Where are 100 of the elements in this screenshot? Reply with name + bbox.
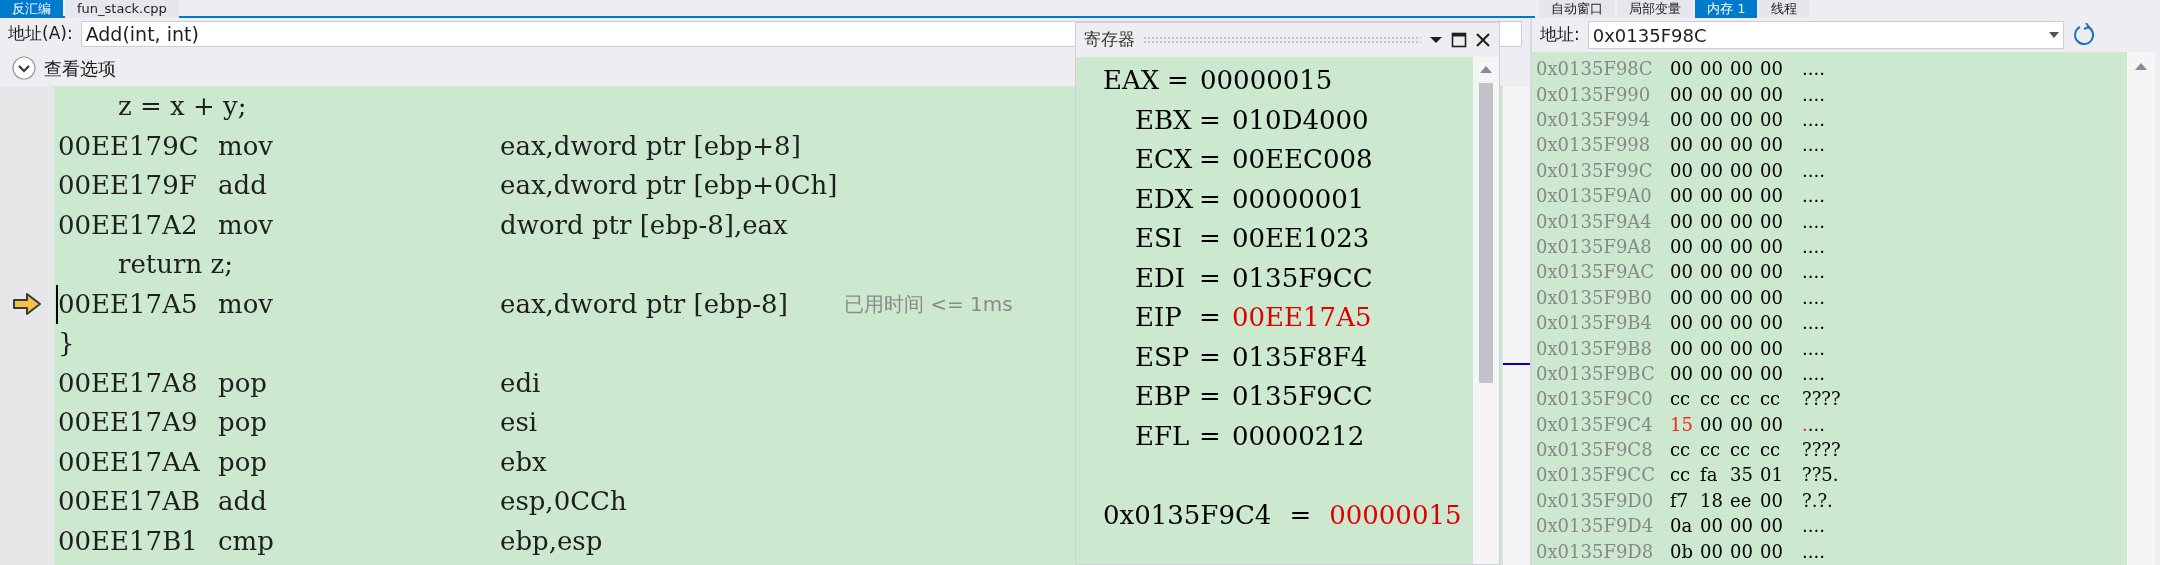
scrollbar[interactable] bbox=[2127, 52, 2155, 565]
instruction-operands: esp,0CCh bbox=[500, 485, 627, 519]
instruction-mnemonic: cmp bbox=[218, 524, 275, 558]
equals-sign: = bbox=[1289, 498, 1312, 532]
ascii-text: .... bbox=[1802, 311, 1825, 336]
memory-byte: 00 bbox=[1760, 361, 1784, 386]
ascii-text: .... bbox=[1802, 158, 1825, 183]
tab[interactable]: 内存 1 bbox=[1695, 0, 1758, 18]
ascii-text: .... bbox=[1802, 209, 1825, 234]
source-line: } bbox=[58, 327, 75, 361]
memory-byte: 00 bbox=[1670, 285, 1694, 310]
instruction-mnemonic: add bbox=[218, 485, 268, 519]
memory-address: 0x0135F9A8 bbox=[1536, 234, 1653, 259]
memory-byte: 00 bbox=[1730, 361, 1754, 386]
scroll-up-icon[interactable] bbox=[2135, 62, 2147, 70]
memory-byte: 00 bbox=[1700, 234, 1724, 259]
memory-byte: cc bbox=[1700, 438, 1722, 463]
memory-byte: cc bbox=[1730, 387, 1752, 412]
memory-byte: 00 bbox=[1760, 82, 1784, 107]
memory-address: 0x0135F9C8 bbox=[1536, 438, 1654, 463]
memory-byte: 00 bbox=[1760, 412, 1784, 437]
address-field[interactable]: 0x0135F98C bbox=[1587, 21, 2064, 49]
ascii-text: .... bbox=[1802, 336, 1825, 361]
instruction-operands: ebx bbox=[500, 445, 547, 479]
register-value: 010D4000 bbox=[1232, 103, 1369, 137]
memory-byte: 00 bbox=[1730, 260, 1754, 285]
tab[interactable]: 局部变量 bbox=[1617, 0, 1693, 18]
register-value: 00EE17A5 bbox=[1232, 301, 1372, 335]
memory-byte: 00 bbox=[1700, 311, 1724, 336]
memory-address: 0x0135F98C bbox=[1536, 57, 1654, 82]
memory-byte: 00 bbox=[1670, 158, 1694, 183]
register-name: EAX bbox=[1103, 64, 1161, 98]
memory-byte: 00 bbox=[1760, 488, 1784, 513]
scrollbar[interactable] bbox=[1502, 86, 1530, 565]
arrow-icon bbox=[12, 292, 42, 317]
scroll-up-icon[interactable] bbox=[1480, 65, 1492, 73]
ascii-text: .... bbox=[1802, 514, 1825, 539]
memory-byte: 00 bbox=[1700, 209, 1724, 234]
memory-byte: 00 bbox=[1730, 336, 1754, 361]
memory-byte: 0b bbox=[1670, 539, 1694, 564]
view-options-label[interactable]: 查看选项 bbox=[44, 54, 116, 82]
ascii-text: ???? bbox=[1802, 438, 1841, 463]
scrollbar[interactable] bbox=[1473, 57, 1499, 564]
memory-byte: 00 bbox=[1760, 57, 1784, 82]
dropdown-icon[interactable] bbox=[1429, 35, 1443, 45]
memory-byte: 00 bbox=[1730, 209, 1754, 234]
memory-byte: cc bbox=[1730, 438, 1752, 463]
memory-address: 0x0135F998 bbox=[1536, 133, 1652, 158]
memory-byte: 00 bbox=[1760, 285, 1784, 310]
instruction-mnemonic: add bbox=[218, 169, 268, 203]
register-name: EBP bbox=[1135, 380, 1192, 414]
register-value: 00000015 bbox=[1200, 64, 1333, 98]
close-icon[interactable] bbox=[1475, 32, 1491, 48]
memory-address: 0x0135F9C0 bbox=[1536, 387, 1654, 412]
refresh-icon[interactable] bbox=[2071, 23, 2096, 47]
instruction-address: 00EE17B1 bbox=[57, 524, 199, 558]
register-value: 00EE1023 bbox=[1232, 222, 1370, 256]
register-name: ECX bbox=[1135, 143, 1194, 177]
memory-byte: 15 bbox=[1670, 412, 1694, 437]
memory-byte: 00 bbox=[1760, 108, 1784, 132]
maximize-icon[interactable] bbox=[1451, 32, 1467, 48]
tab[interactable]: 反汇编 bbox=[0, 0, 63, 18]
memory-byte: 00 bbox=[1670, 57, 1694, 82]
memory-address: 0x0135F9CC bbox=[1536, 463, 1656, 488]
watch-value: 00000015 bbox=[1329, 498, 1462, 532]
memory-byte: 00 bbox=[1670, 209, 1694, 234]
memory-byte: cc bbox=[1760, 387, 1782, 412]
tab[interactable]: fun_stack.cpp bbox=[65, 0, 179, 18]
ascii-text: ???? bbox=[1802, 387, 1841, 412]
ascii-text: .... bbox=[1802, 234, 1825, 259]
instruction-mnemonic: pop bbox=[218, 445, 268, 479]
memory-byte: 00 bbox=[1730, 412, 1754, 437]
memory-byte: cc bbox=[1670, 387, 1692, 412]
register-value: 0135F9CC bbox=[1232, 261, 1373, 295]
register-name: EDI bbox=[1135, 261, 1187, 295]
chevron-icon[interactable] bbox=[12, 56, 36, 80]
memory-byte: f7 bbox=[1670, 488, 1690, 513]
memory-byte: fa bbox=[1700, 463, 1719, 488]
instruction-mnemonic: mov bbox=[218, 208, 274, 242]
memory-byte: ee bbox=[1730, 488, 1753, 513]
equals-sign: = bbox=[1167, 64, 1190, 98]
equals-sign: = bbox=[1199, 380, 1222, 414]
instruction-address: 00EE17A8 bbox=[57, 366, 199, 400]
memory-address: 0x0135F9B8 bbox=[1536, 336, 1654, 361]
tab[interactable]: 线程 bbox=[1759, 0, 1810, 18]
instruction-address: 00EE17A5 bbox=[56, 284, 218, 324]
memory-address: 0x0135F9AC bbox=[1536, 260, 1656, 285]
memory-byte: 00 bbox=[1670, 336, 1694, 361]
source-line: return z; bbox=[118, 248, 233, 282]
instruction-operands: eax,dword ptr [ebp+0Ch] bbox=[500, 169, 838, 203]
ascii-text: ??5. bbox=[1802, 463, 1839, 488]
register-name: EFL bbox=[1135, 419, 1191, 453]
memory-byte: 00 bbox=[1700, 108, 1724, 132]
memory-byte: 00 bbox=[1670, 108, 1694, 132]
source-line: z = x + y; bbox=[118, 90, 247, 124]
tab[interactable]: 自动窗口 bbox=[1539, 0, 1615, 18]
memory-byte: 00 bbox=[1700, 539, 1724, 564]
instruction-mnemonic: mov bbox=[218, 129, 274, 163]
ascii-text: .... bbox=[1802, 539, 1825, 564]
dropdown-icon[interactable] bbox=[2048, 32, 2059, 38]
